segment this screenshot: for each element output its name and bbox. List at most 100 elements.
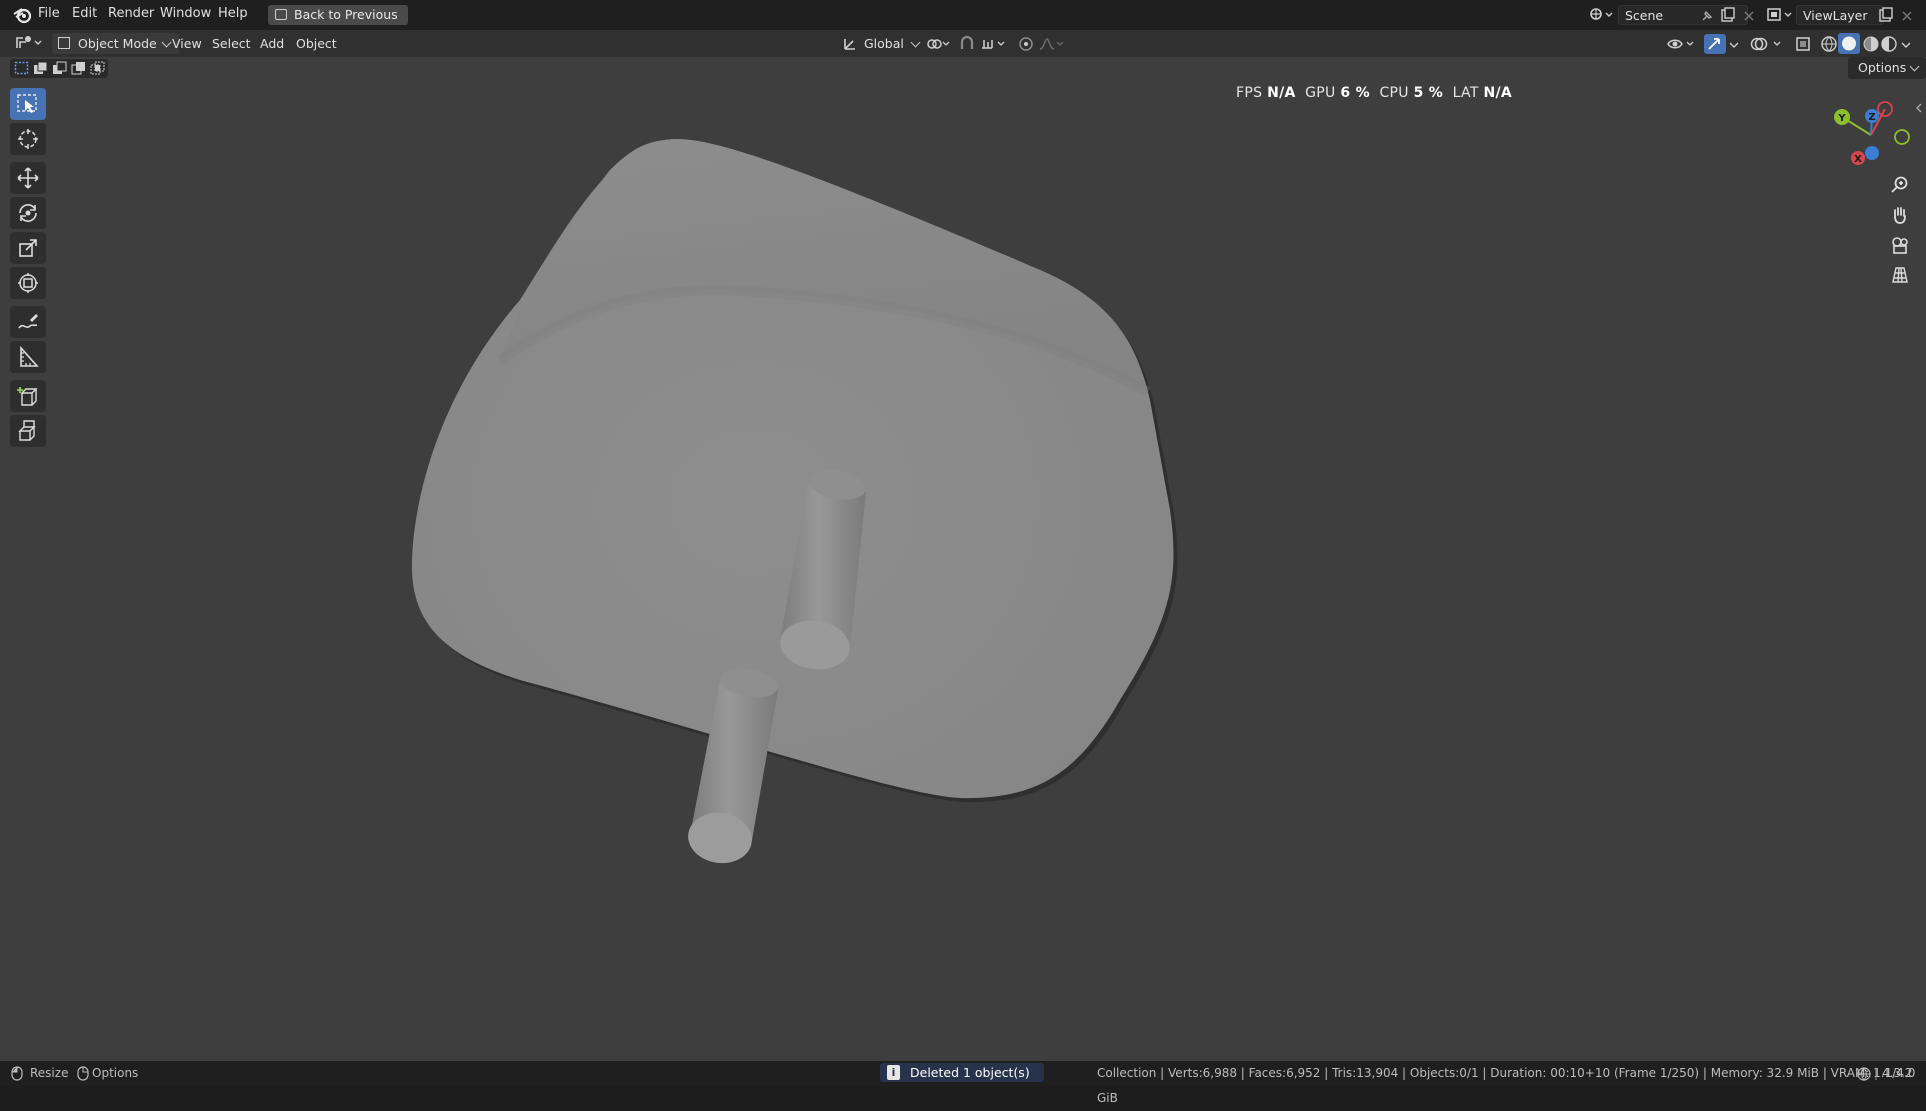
sidebar-toggle-icon[interactable]	[1914, 99, 1924, 118]
scale-icon	[19, 239, 37, 257]
annotate-icon	[18, 314, 38, 329]
chevron-down-icon	[1909, 61, 1920, 72]
lat-label: LAT	[1452, 85, 1479, 101]
back-to-previous-label: Back to Previous	[294, 7, 398, 22]
viewlayer-field[interactable]: ViewLayer	[1796, 5, 1884, 25]
menu-object[interactable]: Object	[296, 33, 337, 54]
rotate-tool[interactable]	[10, 197, 46, 229]
blender-logo-icon[interactable]	[12, 6, 32, 28]
pin-icon[interactable]	[1700, 8, 1714, 27]
wireframe-shading-icon[interactable]	[1820, 35, 1838, 57]
gizmo-neg-z[interactable]	[1865, 146, 1879, 160]
new-viewlayer-icon[interactable]	[1878, 7, 1894, 27]
zoom-icon[interactable]	[1886, 171, 1914, 199]
move-tool[interactable]	[10, 162, 46, 194]
chevron-down-icon	[161, 37, 172, 48]
scale-tool[interactable]	[10, 232, 46, 264]
viewport-header: Object Mode View Select Add Object Globa…	[0, 30, 1926, 57]
measure-tool[interactable]	[10, 341, 46, 373]
top-menubar: File Edit Render Window Help Back to Pre…	[0, 0, 1926, 31]
add-cube-tool[interactable]	[10, 380, 46, 412]
measure-icon	[20, 345, 39, 367]
rotate-icon	[19, 204, 37, 222]
delete-viewlayer-icon[interactable]	[1900, 8, 1914, 27]
snap-target-icon[interactable]	[980, 36, 1008, 56]
tool-shelf	[10, 88, 52, 450]
pan-hand-icon[interactable]	[1886, 201, 1914, 229]
menu-render[interactable]: Render	[108, 6, 154, 21]
transform-tool[interactable]	[10, 267, 46, 299]
annotate-tool[interactable]	[10, 306, 46, 338]
falloff-icon[interactable]	[1038, 36, 1066, 56]
back-to-previous-button[interactable]: Back to Previous	[268, 5, 408, 25]
scene-type-icon[interactable]	[1588, 6, 1614, 28]
object-mode-icon	[58, 37, 70, 49]
options-label: Options	[1858, 60, 1907, 75]
mouse-left-icon	[11, 1066, 23, 1081]
rendered-shading-icon[interactable]	[1880, 35, 1898, 57]
cpu-value: 5 %	[1413, 85, 1444, 101]
mesh-object[interactable]	[0, 57, 1926, 1061]
object-mode-dropdown[interactable]: Object Mode	[52, 33, 179, 54]
mouse-right-icon	[77, 1066, 89, 1081]
viewlayer-name: ViewLayer	[1803, 8, 1868, 23]
object-mode-label: Object Mode	[78, 36, 157, 51]
perspective-toggle-icon[interactable]	[1886, 261, 1914, 289]
menu-help[interactable]: Help	[218, 6, 248, 21]
3d-viewport[interactable]: FPS N/A GPU 6 % CPU 5 % LAT N/A Options …	[0, 57, 1926, 1061]
xray-toggle-icon[interactable]	[1794, 35, 1812, 57]
extrude-tool[interactable]	[10, 415, 46, 447]
camera-view-icon[interactable]	[1886, 231, 1914, 259]
menu-edit[interactable]: Edit	[72, 6, 97, 21]
network-globe-icon[interactable]	[1856, 1066, 1872, 1082]
menu-file[interactable]: File	[38, 6, 60, 21]
gpu-value: 6 %	[1340, 85, 1370, 101]
scene-name: Scene	[1625, 8, 1664, 23]
menu-window[interactable]: Window	[160, 6, 211, 21]
shading-dropdown-icon[interactable]	[1900, 37, 1912, 56]
solid-shading-icon[interactable]	[1838, 33, 1860, 54]
options-dropdown[interactable]: Options	[1848, 57, 1926, 79]
gizmo-neg-y[interactable]	[1894, 129, 1910, 145]
cursor-icon	[18, 129, 38, 149]
transform-orientation-label: Global	[864, 36, 904, 51]
select-box-icon	[17, 94, 37, 113]
proportional-editing-icon[interactable]	[1018, 36, 1034, 56]
report-message[interactable]: i Deleted 1 object(s)	[880, 1063, 1044, 1082]
viewlayer-type-icon[interactable]	[1766, 6, 1794, 28]
menu-add[interactable]: Add	[260, 33, 284, 54]
transform-icon	[18, 273, 38, 293]
transform-orientation-dropdown[interactable]: Global	[842, 33, 922, 54]
status-separator: |	[1874, 1066, 1879, 1080]
info-icon: i	[887, 1065, 900, 1080]
snap-icon[interactable]	[958, 35, 976, 57]
menu-select[interactable]: Select	[212, 33, 251, 54]
new-scene-icon[interactable]	[1720, 7, 1736, 27]
report-text: Deleted 1 object(s)	[910, 1065, 1030, 1080]
blender-version: 4.3.2	[1882, 1066, 1913, 1080]
menu-view[interactable]: View	[172, 33, 202, 54]
cpu-label: CPU	[1379, 85, 1409, 101]
orientation-icon	[844, 39, 855, 50]
gizmo-z-label: Z	[1868, 112, 1875, 123]
overlays-icon[interactable]	[1750, 35, 1786, 57]
chevron-down-icon	[910, 37, 921, 48]
visibility-dropdown-icon[interactable]	[1666, 35, 1696, 57]
gizmo-toggle-icon[interactable]	[1704, 34, 1726, 54]
performance-stats: FPS N/A GPU 6 % CPU 5 % LAT N/A	[1236, 85, 1512, 101]
select-box-tool[interactable]	[10, 88, 46, 120]
pivot-point-icon[interactable]	[926, 36, 952, 56]
gizmo-dropdown-icon[interactable]	[1728, 37, 1740, 56]
status-info: Collection | Verts:6,988 | Faces:6,952 |…	[1097, 1066, 1916, 1105]
move-icon	[17, 167, 39, 189]
material-shading-icon[interactable]	[1862, 35, 1880, 57]
add-cube-icon	[17, 387, 38, 406]
extrude-icon	[18, 420, 36, 441]
status-options: Options	[92, 1066, 139, 1080]
delete-scene-icon[interactable]	[1742, 8, 1756, 27]
cursor-tool[interactable]	[10, 123, 46, 155]
editor-type-icon[interactable]	[14, 34, 44, 56]
status-resize: Resize	[30, 1066, 69, 1080]
lat-value: N/A	[1483, 85, 1513, 101]
back-icon	[275, 9, 287, 20]
